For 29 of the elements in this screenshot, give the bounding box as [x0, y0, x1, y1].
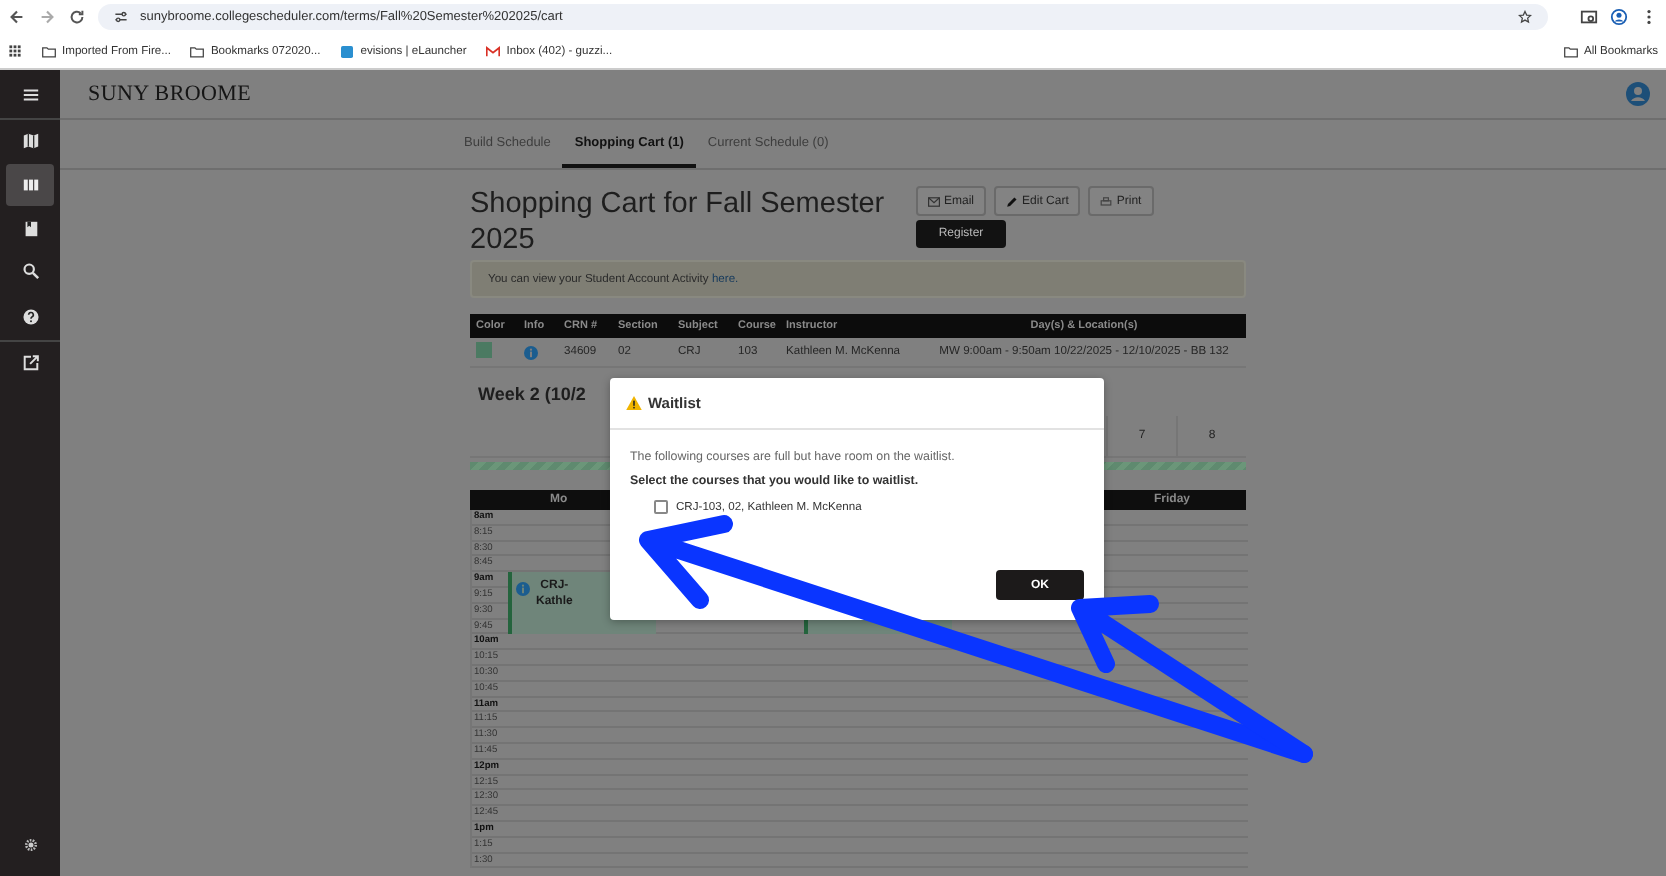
college-logo[interactable]: SUNY BROOME: [88, 82, 252, 106]
map-icon: [21, 132, 39, 150]
columns-icon: [21, 176, 39, 194]
folder-icon: [1563, 45, 1578, 57]
page-title: Shopping Cart for Fall Semester 2025: [470, 186, 887, 260]
folder-icon: [42, 45, 56, 57]
printer-icon: [1100, 195, 1113, 207]
search-icon: [21, 262, 39, 280]
star-icon[interactable]: [1518, 10, 1532, 24]
book-icon: [21, 220, 39, 238]
folder-icon: [190, 45, 205, 57]
envelope-icon: [928, 195, 940, 207]
menu-icon: [21, 85, 39, 103]
sidebar-item[interactable]: [6, 164, 54, 206]
warning-icon: [626, 396, 642, 410]
pencil-icon: [1006, 195, 1019, 207]
week-title: Week 2 (10/2: [476, 384, 586, 408]
mail-icon: [486, 45, 501, 57]
profile-icon[interactable]: [1610, 8, 1628, 26]
checkbox[interactable]: [654, 500, 668, 514]
site-settings-icon[interactable]: [114, 10, 128, 24]
site-icon: [340, 45, 355, 57]
help-icon: [21, 307, 39, 325]
reload-icon[interactable]: [68, 8, 86, 26]
gear-icon[interactable]: [23, 838, 37, 852]
external-link-icon: [21, 354, 39, 372]
back-arrow-icon[interactable]: [8, 8, 26, 26]
apps-grid-icon[interactable]: [8, 44, 22, 58]
tab-search-icon[interactable]: [1580, 8, 1598, 26]
